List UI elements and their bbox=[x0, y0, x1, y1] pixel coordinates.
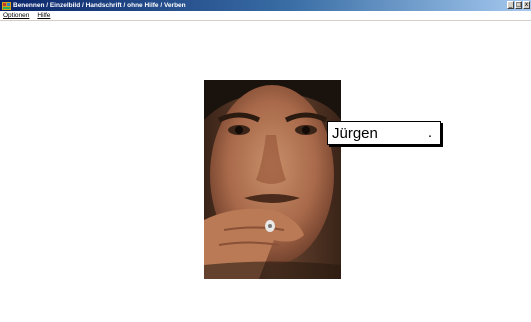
app-icon[interactable] bbox=[2, 1, 11, 10]
app-window: Benennen / Einzelbild / Handschrift / oh… bbox=[0, 0, 531, 322]
menu-bar: Optionen Hilfe bbox=[0, 11, 531, 20]
menu-item-hilfe[interactable]: Hilfe bbox=[37, 11, 50, 20]
answer-suffix: . bbox=[427, 124, 432, 141]
menu-item-optionen[interactable]: Optionen bbox=[3, 11, 29, 20]
maximize-icon: □ bbox=[516, 1, 522, 8]
title-bar[interactable]: Benennen / Einzelbild / Handschrift / oh… bbox=[0, 0, 531, 11]
maximize-button[interactable]: □ bbox=[515, 1, 522, 9]
close-icon: x bbox=[524, 1, 529, 8]
close-button[interactable]: x bbox=[523, 1, 530, 9]
answer-label-box[interactable]: Jürgen . bbox=[327, 121, 441, 145]
menu-divider bbox=[0, 20, 531, 21]
minimize-icon: _ bbox=[509, 1, 512, 8]
title-controls: _ □ x bbox=[507, 1, 530, 9]
window-title: Benennen / Einzelbild / Handschrift / oh… bbox=[13, 2, 186, 9]
answer-text: Jürgen bbox=[332, 124, 378, 142]
minimize-button[interactable]: _ bbox=[507, 1, 514, 9]
portrait-photo bbox=[204, 80, 341, 279]
